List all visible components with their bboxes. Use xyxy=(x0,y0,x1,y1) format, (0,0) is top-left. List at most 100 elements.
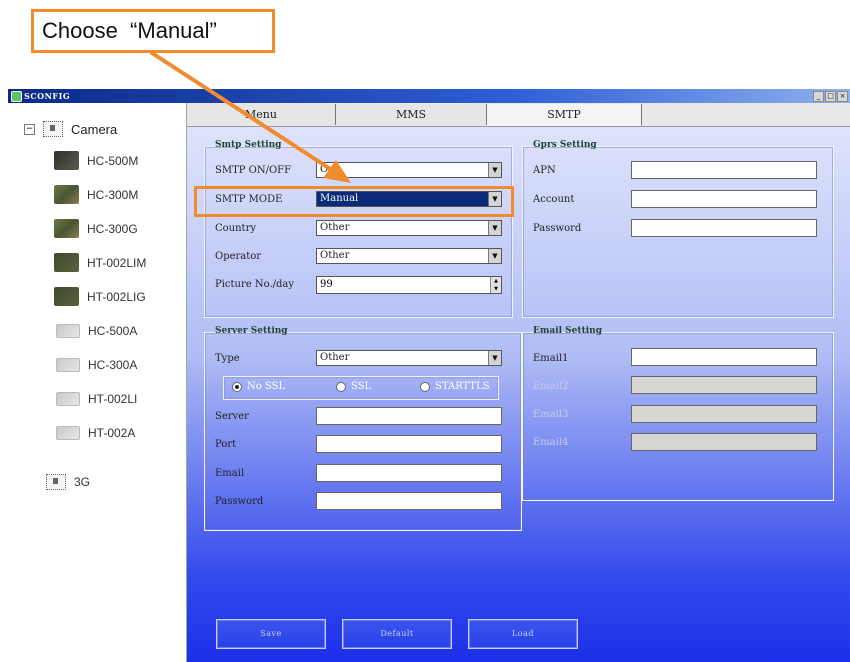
tree-item-hc-300g[interactable]: HC-300G xyxy=(54,219,138,238)
picture-per-day-stepper[interactable]: 99 ▲ ▼ xyxy=(316,276,502,294)
app-icon xyxy=(11,91,22,102)
tree-item-hc-500m[interactable]: HC-500M xyxy=(54,151,138,170)
tree-root-camera[interactable]: − Camera xyxy=(24,121,117,137)
country-select[interactable]: Other ▼ xyxy=(316,220,502,236)
email2-input[interactable] xyxy=(631,376,817,394)
tree-item-label: HC-300M xyxy=(87,187,139,202)
chevron-down-icon[interactable]: ▼ xyxy=(488,351,501,365)
maximize-icon[interactable]: □ xyxy=(825,91,836,102)
type-value: Other xyxy=(320,352,350,363)
radio-unchecked-icon xyxy=(420,381,430,392)
tab-smtp[interactable]: SMTP xyxy=(487,104,642,126)
smtp-onoff-value: On xyxy=(320,164,335,175)
apn-label: APN xyxy=(533,165,556,176)
tree-item-label: 3G xyxy=(74,475,91,489)
picture-per-day-label: Picture No./day xyxy=(215,279,295,290)
camera-thumbnail-icon xyxy=(56,358,80,372)
tree-item-3g[interactable]: 3G xyxy=(46,474,90,490)
smtp-setting-title: Smtp Setting xyxy=(215,140,282,150)
tree-root-label: Camera xyxy=(71,121,118,137)
tab-mms[interactable]: MMS xyxy=(336,104,487,125)
radio-starttls[interactable]: STARTTLS xyxy=(420,381,490,392)
country-label: Country xyxy=(215,223,257,234)
smtp-onoff-label: SMTP ON/OFF xyxy=(215,165,292,176)
radio-no-ssl[interactable]: No SSL xyxy=(232,381,285,392)
type-label: Type xyxy=(215,353,240,364)
window-title: SCONFIG xyxy=(24,91,71,101)
device-tree: − Camera HC-500M HC-300M HC-300G HT-002L… xyxy=(8,103,187,662)
email1-input[interactable] xyxy=(631,348,817,366)
server-email-input[interactable] xyxy=(316,464,502,482)
folder-icon xyxy=(43,121,63,137)
save-button[interactable]: Save xyxy=(216,619,326,649)
radio-label: SSL xyxy=(351,381,372,392)
operator-label: Operator xyxy=(215,251,262,262)
tree-item-hc-300a[interactable]: HC-300A xyxy=(54,358,137,372)
camera-thumbnail-icon xyxy=(54,287,79,306)
title-bar[interactable]: SCONFIG _ □ × xyxy=(8,89,850,103)
server-input[interactable] xyxy=(316,407,502,425)
tree-item-label: HC-300A xyxy=(88,358,138,372)
tree-item-hc-300m[interactable]: HC-300M xyxy=(54,185,138,204)
camera-thumbnail-icon xyxy=(56,324,80,338)
radio-unchecked-icon xyxy=(336,381,346,392)
email3-input[interactable] xyxy=(631,405,817,423)
camera-thumbnail-icon xyxy=(54,253,79,272)
gprs-password-input[interactable] xyxy=(631,219,817,237)
radio-label: No SSL xyxy=(247,381,286,392)
email4-label: Email4 xyxy=(533,437,569,448)
email-setting-title: Email Setting xyxy=(533,326,602,336)
country-value: Other xyxy=(320,222,350,233)
folder-icon xyxy=(46,474,66,490)
operator-value: Other xyxy=(320,250,350,261)
tree-item-label: HT-002LIM xyxy=(87,255,147,270)
camera-thumbnail-icon xyxy=(56,392,80,406)
server-password-input[interactable] xyxy=(316,492,502,510)
camera-thumbnail-icon xyxy=(56,426,80,440)
email1-label: Email1 xyxy=(533,353,569,364)
default-button[interactable]: Default xyxy=(342,619,452,649)
email3-label: Email3 xyxy=(533,409,569,420)
tree-item-ht-002li[interactable]: HT-002LI xyxy=(54,392,137,406)
annotation-highlight-box xyxy=(194,186,514,217)
gprs-setting-title: Gprs Setting xyxy=(533,140,597,150)
minimize-icon[interactable]: _ xyxy=(813,91,824,102)
collapse-icon[interactable]: − xyxy=(24,123,35,135)
camera-thumbnail-icon xyxy=(54,185,79,204)
sconfig-window: SCONFIG _ □ × − Camera HC-500M HC-300M H… xyxy=(8,89,850,662)
tree-item-ht-002lig[interactable]: HT-002LIG xyxy=(54,287,146,306)
account-input[interactable] xyxy=(631,190,817,208)
tree-item-hc-500a[interactable]: HC-500A xyxy=(54,324,137,338)
email4-input[interactable] xyxy=(631,433,817,451)
tree-item-label: HC-500A xyxy=(88,324,138,338)
server-setting-title: Server Setting xyxy=(215,326,288,336)
spin-arrows-icon[interactable]: ▲ ▼ xyxy=(490,277,501,293)
chevron-down-icon[interactable]: ▼ xyxy=(488,249,501,263)
radio-ssl[interactable]: SSL xyxy=(336,381,371,392)
operator-select[interactable]: Other ▼ xyxy=(316,248,502,264)
radio-checked-icon xyxy=(232,381,242,392)
tree-item-ht-002lim[interactable]: HT-002LIM xyxy=(54,253,146,272)
tab-bar: Menu MMS SMTP xyxy=(187,103,850,127)
tree-item-label: HC-300G xyxy=(87,221,138,236)
tree-item-ht-002a[interactable]: HT-002A xyxy=(54,426,135,440)
account-label: Account xyxy=(533,194,575,205)
tree-item-label: HT-002LI xyxy=(88,392,138,406)
type-select[interactable]: Other ▼ xyxy=(316,350,502,366)
radio-label: STARTTLS xyxy=(435,381,490,392)
tab-menu[interactable]: Menu xyxy=(187,104,336,125)
smtp-onoff-select[interactable]: On ▼ xyxy=(316,162,502,178)
server-email-label: Email xyxy=(215,468,245,479)
close-icon[interactable]: × xyxy=(837,91,848,102)
annotation-callout: Choose “Manual” xyxy=(31,9,275,53)
port-input[interactable] xyxy=(316,435,502,453)
port-label: Port xyxy=(215,439,237,450)
email2-label: Email2 xyxy=(533,381,569,392)
picture-per-day-value: 99 xyxy=(320,279,333,290)
ssl-radio-group: No SSL SSL STARTTLS xyxy=(223,376,499,400)
chevron-down-icon[interactable]: ▼ xyxy=(488,163,501,177)
apn-input[interactable] xyxy=(631,161,817,179)
chevron-down-icon[interactable]: ▼ xyxy=(488,221,501,235)
load-button[interactable]: Load xyxy=(468,619,578,649)
camera-thumbnail-icon xyxy=(54,151,79,170)
